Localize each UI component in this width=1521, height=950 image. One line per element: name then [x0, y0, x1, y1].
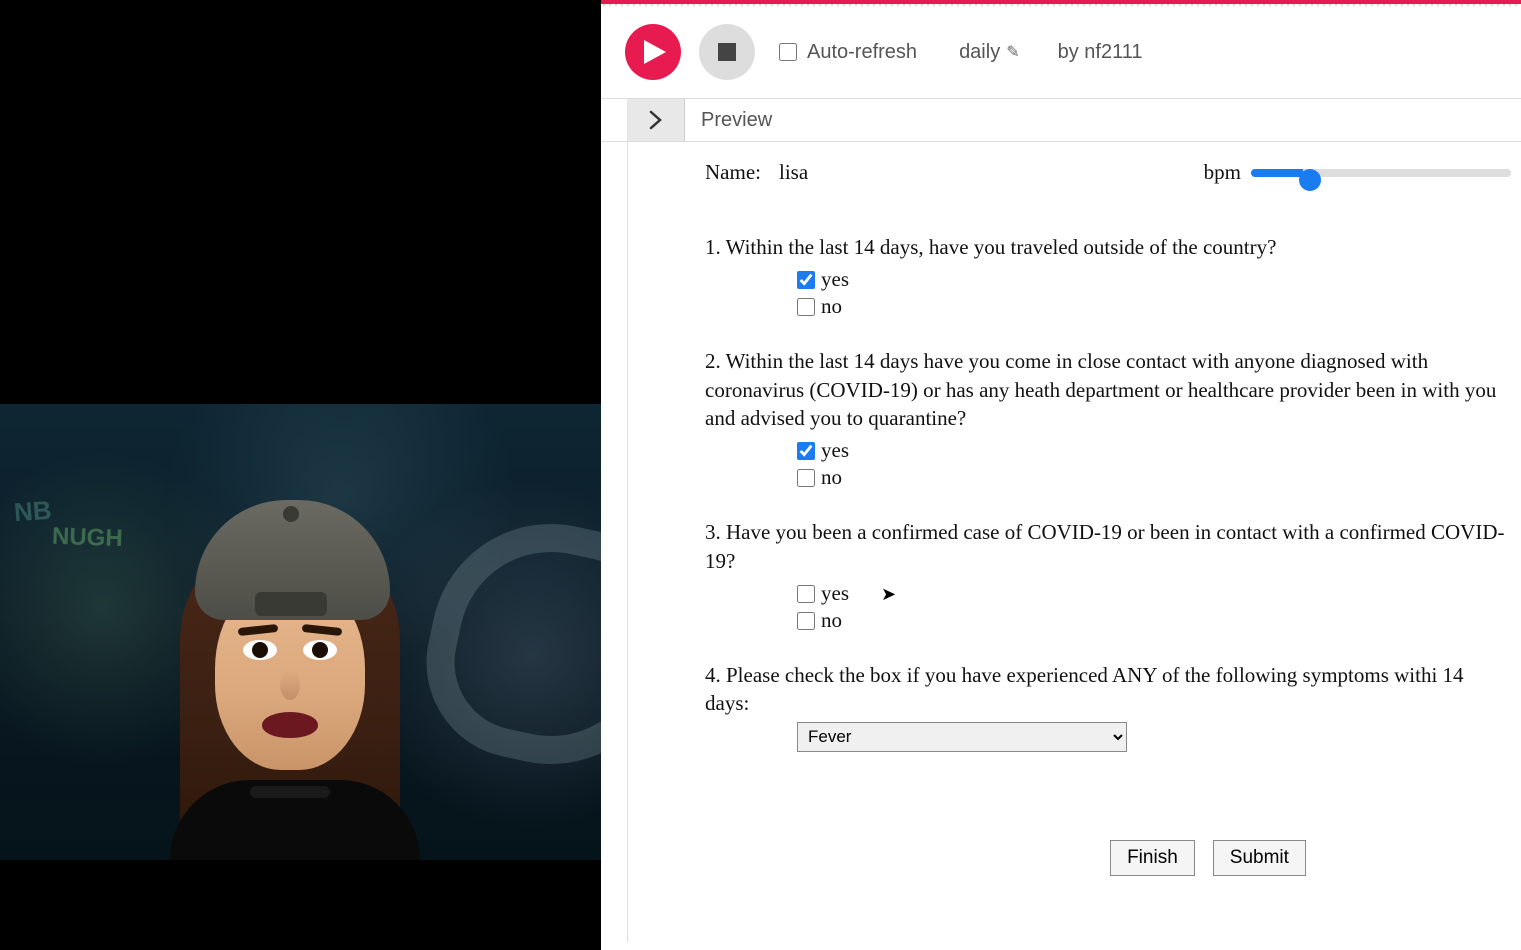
option-checkbox[interactable] — [797, 612, 815, 630]
option-checkbox[interactable] — [797, 298, 815, 316]
content-row: Name: lisa bpm 1. Within the last 14 day… — [601, 142, 1521, 942]
question-4: 4. Please check the box if you have expe… — [705, 661, 1511, 752]
bpm-control: bpm — [1204, 160, 1511, 185]
question-options: yes no — [797, 267, 1511, 319]
form-header: Name: lisa bpm — [705, 160, 1511, 185]
question-text: 1. Within the last 14 days, have you tra… — [705, 233, 1511, 261]
symptom-select[interactable]: Fever — [797, 722, 1127, 752]
auto-refresh-label: Auto-refresh — [807, 41, 917, 64]
question-2: 2. Within the last 14 days have you come… — [705, 347, 1511, 490]
option-checkbox[interactable] — [797, 442, 815, 460]
option-label: yes — [821, 581, 849, 606]
preview-tab-label: Preview — [685, 99, 788, 141]
submit-button[interactable]: Submit — [1213, 840, 1306, 876]
question-text: 2. Within the last 14 days have you come… — [705, 347, 1511, 432]
author-byline: by nf2111 — [1058, 41, 1143, 64]
option-checkbox[interactable] — [797, 585, 815, 603]
name-label: Name: — [705, 160, 761, 185]
question-options: yes no — [797, 581, 1511, 633]
option-label: no — [821, 294, 842, 319]
question-options: yes no — [797, 438, 1511, 490]
option-yes[interactable]: yes — [797, 267, 1511, 292]
option-label: yes — [821, 438, 849, 463]
webcam-person — [140, 460, 440, 860]
stop-icon — [718, 43, 736, 61]
play-icon — [644, 40, 666, 64]
option-yes[interactable]: yes — [797, 581, 1511, 606]
schedule-control[interactable]: daily ✎ — [959, 41, 1020, 64]
option-checkbox[interactable] — [797, 469, 815, 487]
webcam-overlay: NB NUGH — [0, 404, 681, 860]
form-buttons: Finish Submit — [705, 840, 1511, 876]
play-button[interactable] — [625, 24, 681, 80]
auto-refresh-checkbox[interactable] — [779, 43, 797, 61]
option-yes[interactable]: yes — [797, 438, 1511, 463]
form-main: Name: lisa bpm 1. Within the last 14 day… — [687, 142, 1521, 942]
question-list: 1. Within the last 14 days, have you tra… — [705, 233, 1511, 752]
preview-bar: Preview — [601, 99, 1521, 142]
pencil-icon[interactable]: ✎ — [1006, 42, 1019, 62]
option-no[interactable]: no — [797, 465, 1511, 490]
toolbar: Auto-refresh daily ✎ by nf2111 — [601, 6, 1521, 98]
question-1: 1. Within the last 14 days, have you tra… — [705, 233, 1511, 319]
option-checkbox[interactable] — [797, 271, 815, 289]
stop-button[interactable] — [699, 24, 755, 80]
option-no[interactable]: no — [797, 608, 1511, 633]
graffiti-decoration: NUGH — [52, 523, 124, 553]
option-label: no — [821, 465, 842, 490]
bpm-label: bpm — [1204, 160, 1241, 185]
question-3: 3. Have you been a confirmed case of COV… — [705, 518, 1511, 633]
option-label: no — [821, 608, 842, 633]
app-window: Auto-refresh daily ✎ by nf2111 Preview N… — [601, 0, 1521, 950]
question-text: 3. Have you been a confirmed case of COV… — [705, 518, 1511, 575]
bpm-slider[interactable] — [1251, 169, 1511, 177]
question-text: 4. Please check the box if you have expe… — [705, 661, 1511, 718]
gutter-panel — [627, 142, 687, 942]
graffiti-decoration: NB — [13, 495, 53, 529]
left-gutter — [601, 142, 687, 942]
schedule-label: daily — [959, 41, 1000, 64]
name-value: lisa — [779, 160, 808, 185]
option-label: yes — [821, 267, 849, 292]
chevron-right-icon — [649, 110, 663, 130]
auto-refresh-toggle[interactable]: Auto-refresh — [779, 41, 917, 64]
option-no[interactable]: no — [797, 294, 1511, 319]
finish-button[interactable]: Finish — [1110, 840, 1195, 876]
expand-sidebar-button[interactable] — [627, 99, 685, 141]
